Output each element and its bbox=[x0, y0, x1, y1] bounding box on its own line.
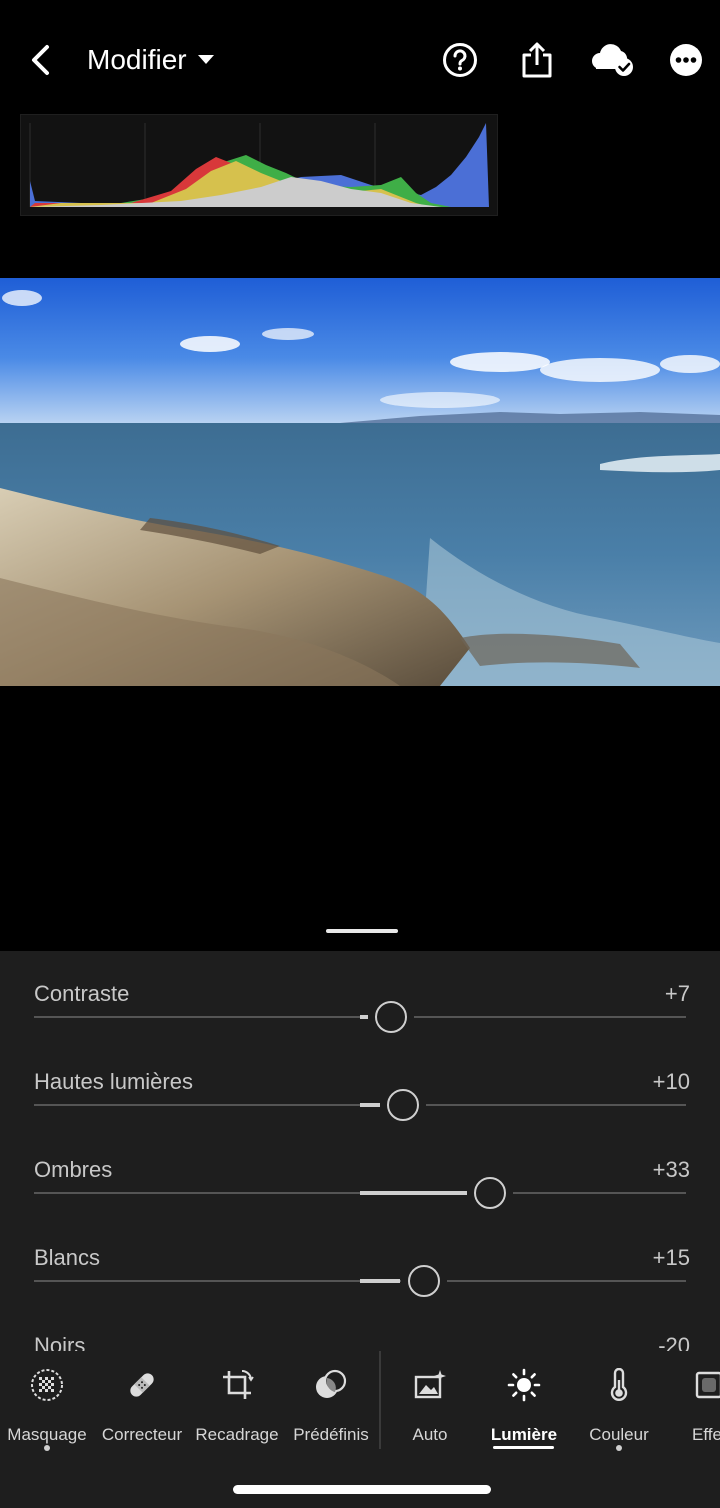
histogram-graph bbox=[29, 123, 489, 207]
auto-enhance-icon bbox=[414, 1370, 446, 1399]
slider-blancs: Blancs +15 bbox=[34, 1245, 690, 1325]
help-button[interactable] bbox=[438, 38, 482, 82]
slider-ombres: Ombres +33 bbox=[34, 1157, 690, 1237]
masking-indicator-dot bbox=[44, 1445, 50, 1451]
more-button[interactable] bbox=[664, 38, 708, 82]
tool-label: Effets bbox=[692, 1425, 720, 1444]
slider-track[interactable] bbox=[34, 1177, 686, 1209]
slider-value[interactable]: -20 bbox=[658, 1333, 690, 1351]
tool-couleur[interactable]: Couleur bbox=[584, 1365, 654, 1455]
slider-value[interactable]: +15 bbox=[653, 1245, 690, 1271]
panel-drag-handle[interactable] bbox=[326, 929, 398, 933]
photo-image bbox=[0, 278, 720, 686]
slider-fill bbox=[360, 1103, 380, 1107]
cloud-sync-button[interactable] bbox=[589, 38, 637, 82]
thermometer-icon bbox=[610, 1368, 628, 1401]
slider-contraste: Contraste +7 bbox=[34, 981, 690, 1061]
toolbar-divider bbox=[379, 1351, 381, 1449]
slider-hautes-lumieres: Hautes lumières +10 bbox=[34, 1069, 690, 1149]
tool-label: Masquage bbox=[7, 1425, 87, 1444]
effects-icon bbox=[695, 1371, 720, 1399]
masking-icon bbox=[31, 1369, 63, 1401]
question-circle-icon bbox=[443, 43, 477, 77]
tool-label: Lumière bbox=[490, 1425, 558, 1444]
slider-thumb[interactable] bbox=[408, 1265, 440, 1297]
tool-label: Recadrage bbox=[195, 1425, 279, 1444]
tool-auto[interactable]: Auto bbox=[395, 1365, 465, 1455]
mode-selector[interactable]: Modifier bbox=[87, 40, 215, 80]
slider-value[interactable]: +33 bbox=[653, 1157, 690, 1183]
chevron-left-icon bbox=[32, 45, 49, 75]
slider-value[interactable]: +10 bbox=[653, 1069, 690, 1095]
slider-label: Hautes lumières bbox=[34, 1069, 193, 1094]
sun-icon bbox=[507, 1368, 541, 1402]
tool-correcteur[interactable]: Correcteur bbox=[100, 1365, 184, 1455]
tool-predefinis[interactable]: Prédéfinis bbox=[290, 1365, 372, 1455]
slider-thumb[interactable] bbox=[474, 1177, 506, 1209]
slider-label: Blancs bbox=[34, 1245, 101, 1270]
slider-track[interactable] bbox=[34, 1265, 686, 1297]
tool-recadrage[interactable]: Recadrage bbox=[194, 1365, 280, 1455]
slider-label: Contraste bbox=[34, 981, 130, 1006]
tool-effets[interactable]: Effets bbox=[688, 1365, 720, 1455]
slider-track[interactable] bbox=[34, 1089, 686, 1121]
slider-thumb[interactable] bbox=[375, 1001, 407, 1033]
bandage-icon bbox=[130, 1373, 154, 1397]
more-dots-icon bbox=[670, 44, 702, 76]
crop-icon bbox=[223, 1370, 254, 1399]
cloud-check-icon bbox=[592, 44, 633, 76]
histogram[interactable] bbox=[20, 114, 498, 216]
top-bar: Modifier bbox=[0, 0, 720, 112]
tool-masquage[interactable]: Masquage bbox=[7, 1365, 87, 1455]
tool-label: Couleur bbox=[589, 1425, 649, 1444]
slider-fill bbox=[360, 1191, 467, 1195]
tool-label: Auto bbox=[412, 1425, 448, 1444]
slider-track[interactable] bbox=[34, 1001, 686, 1033]
slider-label: Ombres bbox=[34, 1157, 113, 1182]
tool-label: Correcteur bbox=[101, 1425, 183, 1444]
slider-noirs: Noirs -20 bbox=[34, 1333, 690, 1351]
active-tab-indicator bbox=[493, 1446, 554, 1449]
slider-label: Noirs bbox=[34, 1333, 86, 1351]
tool-lumiere[interactable]: Lumière bbox=[484, 1365, 564, 1455]
back-button[interactable] bbox=[22, 40, 58, 80]
caret-down-icon bbox=[197, 55, 214, 64]
tool-label: Prédéfinis bbox=[293, 1425, 369, 1444]
photo-preview[interactable] bbox=[0, 278, 720, 686]
share-icon bbox=[522, 42, 552, 78]
presets-icon bbox=[316, 1369, 347, 1398]
color-indicator-dot bbox=[616, 1445, 622, 1451]
light-adjustments-panel: Contraste +7 Hautes lumières +10 Ombres … bbox=[0, 951, 720, 1351]
slider-thumb[interactable] bbox=[387, 1089, 419, 1121]
home-indicator[interactable] bbox=[233, 1485, 491, 1494]
slider-fill bbox=[360, 1279, 400, 1283]
page-title: Modifier bbox=[87, 44, 187, 75]
share-button[interactable] bbox=[515, 38, 559, 82]
slider-value[interactable]: +7 bbox=[665, 981, 690, 1007]
